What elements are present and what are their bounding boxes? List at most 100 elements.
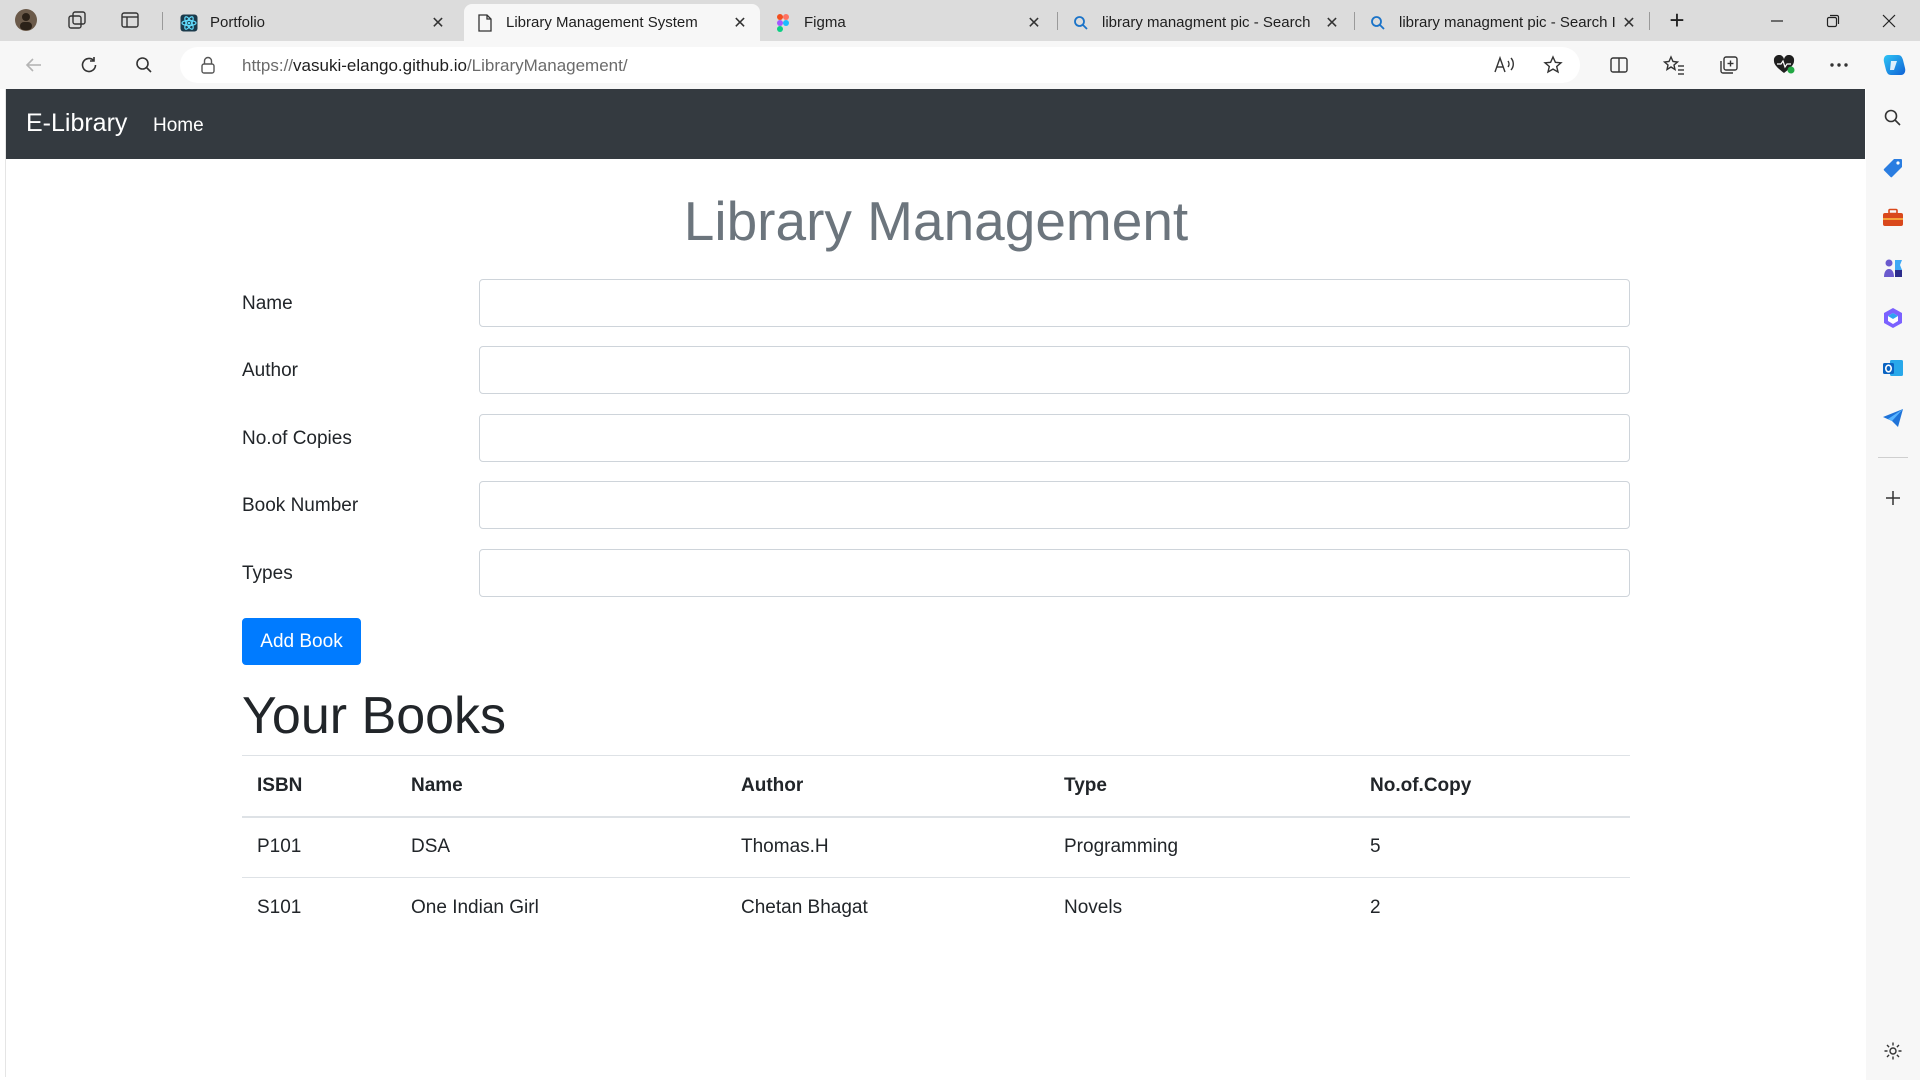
browser-tab-strip: Portfolio ✕ Library Management System ✕ … (0, 0, 1920, 41)
column-header-name: Name (396, 755, 726, 818)
microsoft-365-icon[interactable] (1879, 304, 1907, 332)
page-icon (476, 13, 494, 32)
tab-separator (1649, 12, 1650, 30)
cell-copies: 5 (1370, 836, 1381, 858)
tab-actions-icon[interactable] (116, 6, 144, 34)
tab-library-management[interactable]: Library Management System ✕ (464, 4, 760, 41)
more-options-icon[interactable] (1823, 49, 1855, 81)
form-row-copies: No.of Copies (242, 414, 1635, 462)
browser-essentials-icon[interactable] (1768, 49, 1800, 81)
table-row: P101 DSA Thomas.H Programming 5 (242, 817, 1630, 878)
navbar-brand[interactable]: E-Library (26, 109, 127, 138)
browser-toolbar: https://vasuki-elango.github.io/LibraryM… (0, 41, 1920, 89)
cell-type: Programming (1064, 836, 1179, 858)
author-label: Author (242, 360, 298, 381)
settings-gear-icon[interactable] (1879, 1037, 1907, 1065)
url-scheme: https:// (242, 56, 294, 75)
figma-icon (774, 13, 792, 32)
collections-icon[interactable] (1713, 49, 1745, 81)
page-title: Library Management (683, 190, 1189, 252)
name-input[interactable] (479, 279, 1630, 327)
add-icon[interactable] (1879, 484, 1907, 512)
minimize-icon[interactable] (1750, 0, 1804, 41)
books-heading: Your Books (242, 687, 507, 745)
split-screen-icon[interactable] (1603, 49, 1635, 81)
column-header-copies: No.of.Copy (1355, 755, 1630, 818)
url-host: vasuki-elango.github.io (293, 56, 467, 75)
column-header-isbn: ISBN (242, 755, 396, 818)
address-bar[interactable]: https://vasuki-elango.github.io/LibraryM… (180, 47, 1580, 83)
send-icon[interactable] (1879, 404, 1907, 432)
form-row-book-number: Book Number (242, 481, 1635, 529)
close-icon[interactable]: ✕ (428, 13, 448, 33)
cell-isbn: P101 (257, 836, 302, 858)
tab-title: library managment pic - Search (1102, 14, 1311, 31)
form-row-author: Author (242, 346, 1635, 394)
tab-search-1[interactable]: library managment pic - Search ✕ (1060, 4, 1352, 41)
refresh-icon[interactable] (73, 49, 105, 81)
outlook-icon[interactable] (1879, 354, 1907, 382)
types-input[interactable] (479, 549, 1630, 597)
nav-link-home[interactable]: Home (153, 115, 204, 137)
column-header-type: Type (1049, 755, 1355, 818)
navbar: E-Library Home (6, 89, 1865, 159)
search-icon (1072, 14, 1090, 32)
tab-title: Portfolio (210, 14, 266, 31)
copies-input[interactable] (479, 414, 1630, 462)
cell-name: One Indian Girl (396, 877, 726, 939)
close-icon[interactable]: ✕ (730, 13, 750, 33)
table-row: S101 One Indian Girl Chetan Bhagat Novel… (242, 877, 1630, 939)
add-book-button[interactable]: Add Book (242, 618, 361, 665)
lock-icon[interactable] (200, 56, 216, 79)
tab-figma[interactable]: Figma ✕ (762, 4, 1054, 41)
back-icon[interactable] (18, 49, 50, 81)
tab-separator (162, 12, 163, 30)
form-row-name: Name (242, 279, 1635, 327)
shopping-tag-icon[interactable] (1879, 154, 1907, 182)
name-label: Name (242, 293, 293, 314)
sidebar-separator (1878, 457, 1908, 458)
tab-title: library managment pic - Search I (1399, 14, 1616, 31)
close-icon[interactable]: ✕ (1619, 13, 1639, 33)
read-aloud-icon[interactable] (1490, 51, 1518, 79)
cell-author: Chetan Bhagat (726, 877, 1049, 939)
cell-copies: 2 (1355, 877, 1630, 939)
form-row-types: Types (242, 549, 1635, 597)
profile-avatar-icon[interactable] (12, 6, 40, 34)
copilot-icon[interactable] (1878, 49, 1910, 81)
book-number-label: Book Number (242, 495, 359, 516)
tab-search-2[interactable]: library managment pic - Search I ✕ (1357, 4, 1649, 41)
column-header-author: Author (726, 755, 1049, 818)
author-input[interactable] (479, 346, 1630, 394)
types-label: Types (242, 563, 293, 584)
tab-portfolio[interactable]: Portfolio ✕ (168, 4, 458, 41)
tab-separator (1057, 12, 1058, 30)
tab-title: Figma (804, 14, 846, 31)
react-icon (180, 14, 198, 32)
workspaces-icon[interactable] (63, 6, 91, 34)
cell-author: Thomas.H (741, 836, 829, 858)
tools-briefcase-icon[interactable] (1879, 204, 1907, 232)
restore-icon[interactable] (1806, 0, 1860, 41)
books-table: ISBN Name Author Type No.of.Copy P101 DS… (242, 755, 1630, 939)
page-viewport: E-Library Home Library Management Name A… (5, 89, 1865, 1077)
games-icon[interactable] (1879, 254, 1907, 282)
table-header-row: ISBN Name Author Type No.of.Copy (242, 755, 1630, 818)
book-number-input[interactable] (479, 481, 1630, 529)
tab-title: Library Management System (506, 14, 698, 31)
tab-separator (1354, 12, 1355, 30)
search-icon (1369, 14, 1387, 32)
cell-isbn: S101 (242, 877, 396, 939)
cell-type: Novels (1049, 877, 1355, 939)
favorites-icon[interactable] (1658, 49, 1690, 81)
favorite-star-icon[interactable] (1539, 51, 1567, 79)
search-icon[interactable] (128, 49, 160, 81)
browser-sidebar (1866, 89, 1920, 1080)
window-close-icon[interactable] (1862, 0, 1916, 41)
url-text: https://vasuki-elango.github.io/LibraryM… (242, 56, 628, 76)
url-path: /LibraryManagement/ (466, 56, 628, 75)
close-icon[interactable]: ✕ (1322, 13, 1342, 33)
close-icon[interactable]: ✕ (1024, 13, 1044, 33)
new-tab-button[interactable]: + (1663, 5, 1691, 35)
sidebar-search-icon[interactable] (1879, 104, 1907, 132)
